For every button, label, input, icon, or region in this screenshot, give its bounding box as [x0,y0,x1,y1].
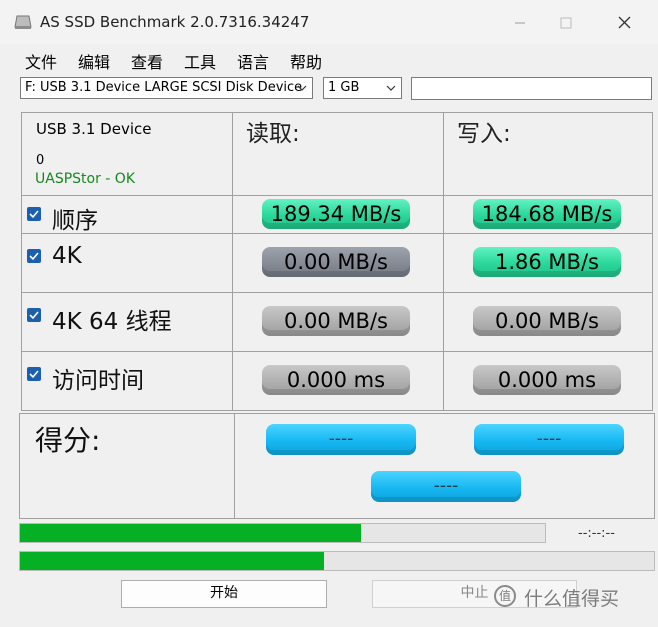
progress-bar-2 [19,551,655,571]
device-select-value: F: USB 3.1 Device LARGE SCSI Disk Device [25,80,303,95]
score-label: 得分: [35,424,101,457]
progress-fill-2 [20,552,325,570]
test-size-select[interactable]: 1 GB [323,77,402,99]
4k-checkbox[interactable] [27,249,41,263]
seq-read-value: 189.34 MB/s [262,199,410,229]
total-score: ---- [371,471,521,502]
seq-checkbox[interactable] [27,207,41,221]
progress-fill-1 [20,524,362,542]
menu-bar: 文件 编辑 查看 工具 语言 帮助 [0,44,658,72]
4k64-checkbox[interactable] [27,308,41,322]
minimize-button[interactable] [500,8,540,38]
menu-file[interactable]: 文件 [25,49,57,73]
write-score: ---- [474,424,624,455]
device-name: USB 3.1 Device [36,120,152,138]
access-time-label: 访问时间 [52,368,144,394]
driver-status: UASPStor - OK [35,171,136,187]
menu-help[interactable]: 帮助 [290,49,322,73]
access-time-write-value: 0.000 ms [473,365,621,395]
elapsed-time: --:--:-- [578,526,615,541]
close-button[interactable] [604,8,644,38]
test-size-value: 1 GB [328,80,360,95]
title-bar: AS SSD Benchmark 2.0.7316.34247 [0,0,658,44]
disk-icon [14,15,32,29]
check-icon [29,311,39,320]
menu-view[interactable]: 查看 [131,49,163,73]
column-divider [232,112,233,411]
progress-bar-1 [19,523,546,543]
access-time-checkbox[interactable] [27,367,41,381]
4k64-write-value: 0.00 MB/s [473,306,621,336]
extra-field[interactable] [411,77,652,100]
row-divider [21,233,653,234]
start-button[interactable]: 开始 [121,580,327,608]
row-divider [21,292,653,293]
4k-label: 4K [52,243,82,269]
row-divider [21,195,653,196]
4k64-label: 4K 64 线程 [52,309,172,335]
write-column-header: 写入: [457,121,511,147]
access-time-read-value: 0.000 ms [262,365,410,395]
minimize-icon [515,22,525,24]
window-title: AS SSD Benchmark 2.0.7316.34247 [40,13,310,31]
chevron-down-icon [386,85,396,91]
device-select[interactable]: F: USB 3.1 Device LARGE SCSI Disk Device [20,77,313,99]
score-divider [234,413,235,519]
app-window: AS SSD Benchmark 2.0.7316.34247 文件 编辑 查看… [0,0,658,627]
seq-write-value: 184.68 MB/s [473,199,621,229]
maximize-icon [560,17,572,29]
4k-write-value: 1.86 MB/s [473,247,621,277]
4k64-read-value: 0.00 MB/s [262,306,410,336]
read-column-header: 读取: [246,121,300,147]
4k-read-value: 0.00 MB/s [262,247,410,277]
check-icon [29,210,39,219]
read-score: ---- [266,424,416,455]
menu-language[interactable]: 语言 [237,49,269,73]
check-icon [29,252,39,261]
device-number: 0 [36,153,45,168]
close-icon [618,16,631,29]
check-icon [29,370,39,379]
watermark-logo-icon: 值 [494,585,516,607]
row-divider [21,351,653,352]
chevron-down-icon [297,85,307,91]
column-divider [443,112,444,411]
menu-edit[interactable]: 编辑 [78,49,110,73]
maximize-button[interactable] [546,8,586,38]
menu-tools[interactable]: 工具 [184,49,216,73]
seq-label: 顺序 [52,208,98,234]
watermark-text: 什么值得买 [524,588,620,610]
